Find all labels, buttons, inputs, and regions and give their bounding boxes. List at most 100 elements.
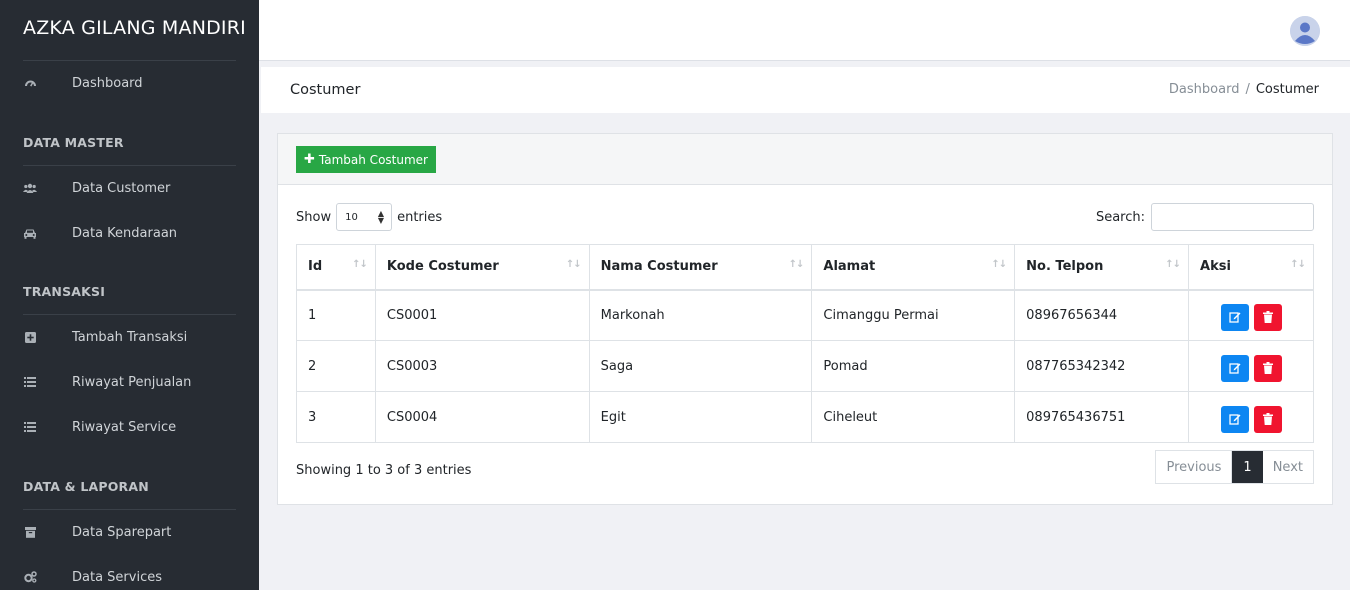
section-title-data-master: DATA MASTER [23, 135, 124, 150]
section-title-data-laporan: DATA & LAPORAN [23, 479, 149, 494]
cell-aksi [1188, 391, 1314, 443]
cell-alamat: Pomad [811, 340, 1016, 392]
cell-id: 1 [296, 289, 376, 341]
cell-alamat: Cimanggu Permai [811, 289, 1016, 341]
cell-telpon: 08967656344 [1014, 289, 1190, 341]
sidebar-item-label: Tambah Transaksi [72, 329, 188, 345]
column-header-nama[interactable]: Nama Costumer ↑↓ [588, 244, 813, 291]
section-title-transaksi: TRANSAKSI [23, 284, 106, 299]
sidebar-item-label: Data Services [72, 569, 162, 585]
pagination-next[interactable]: Next [1263, 451, 1313, 483]
sidebar-item-label: Riwayat Penjualan [72, 374, 192, 390]
search-label: Search: [1095, 209, 1145, 225]
user-icon [1290, 16, 1320, 46]
table-header-row: Id ↑↓ Kode Costumer ↑↓ Nama Costumer ↑↓ Ala… [296, 244, 1314, 291]
sidebar-item-label: Riwayat Service [72, 419, 177, 435]
sidebar-item-label: Data Customer [72, 180, 171, 196]
table-row: 2 CS0003 Saga Pomad 087765342342 [296, 340, 1314, 392]
edit-button[interactable] [1220, 405, 1249, 433]
cell-telpon: 087765342342 [1014, 340, 1190, 392]
add-customer-button[interactable]: ✚ Tambah Costumer [296, 146, 436, 173]
edit-button[interactable] [1220, 354, 1249, 382]
cell-nama: Egit [588, 391, 813, 443]
cell-alamat: Ciheleut [811, 391, 1016, 443]
brand-title: AZKA GILANG MANDIRI [23, 17, 246, 39]
sidebar-item-riwayat-service[interactable]: Riwayat Service [0, 412, 259, 442]
sidebar-item-data-services[interactable]: Data Services [0, 562, 259, 590]
table-row: 1 CS0001 Markonah Cimanggu Permai 089676… [296, 289, 1314, 341]
column-header-aksi[interactable]: Aksi ↑↓ [1188, 244, 1314, 291]
show-label: Show [296, 209, 332, 225]
trash-icon [1262, 311, 1273, 324]
entries-select-value: 10 [345, 211, 358, 223]
entries-length-control: Show 10 ▲ ▼ entries [296, 203, 442, 231]
customer-table: Id ↑↓ Kode Costumer ↑↓ Nama Costumer ↑↓ Ala… [296, 244, 1314, 443]
sidebar-item-tambah-transaksi[interactable]: Tambah Transaksi [0, 322, 259, 352]
edit-icon [1228, 414, 1241, 425]
sidebar-item-riwayat-penjualan[interactable]: Riwayat Penjualan [0, 367, 259, 397]
column-header-label: Aksi [1200, 259, 1231, 275]
cell-aksi [1188, 289, 1314, 341]
edit-icon [1228, 312, 1241, 323]
breadcrumb-separator: / [1245, 82, 1250, 97]
breadcrumb: Dashboard / Costumer [1169, 82, 1319, 97]
trash-icon [1262, 362, 1273, 374]
column-header-kode[interactable]: Kode Costumer ↑↓ [374, 244, 590, 291]
column-header-label: Nama Costumer [600, 259, 718, 275]
sort-icon: ↑↓ [991, 259, 1007, 270]
cell-id: 3 [296, 391, 376, 443]
cell-nama: Markonah [588, 289, 813, 341]
cell-id: 2 [296, 340, 376, 392]
column-header-alamat[interactable]: Alamat ↑↓ [811, 244, 1016, 291]
cell-aksi [1188, 340, 1314, 392]
pagination: Previous 1 Next [1155, 450, 1314, 484]
delete-button[interactable] [1253, 354, 1282, 382]
cell-kode: CS0003 [374, 340, 590, 392]
cogs-icon [23, 570, 37, 584]
sidebar-item-label: Data Kendaraan [72, 225, 178, 241]
pagination-previous[interactable]: Previous [1156, 451, 1233, 483]
page-title: Costumer [290, 82, 361, 98]
sidebar-item-label: Dashboard [72, 75, 143, 91]
edit-button[interactable] [1220, 303, 1249, 331]
divider [23, 165, 236, 166]
list-icon [23, 420, 37, 434]
entries-label: entries [397, 209, 443, 225]
table-row: 3 CS0004 Egit Ciheleut 089765436751 [296, 391, 1314, 443]
cell-nama: Saga [588, 340, 813, 392]
sort-icon: ↑↓ [1165, 259, 1181, 270]
divider [23, 60, 236, 61]
page-header: Costumer Dashboard / Costumer [261, 67, 1350, 113]
column-header-label: No. Telpon [1026, 259, 1104, 275]
delete-button[interactable] [1253, 303, 1282, 331]
pagination-page-current[interactable]: 1 [1232, 451, 1263, 483]
delete-button[interactable] [1253, 405, 1282, 433]
user-avatar[interactable] [1290, 16, 1320, 46]
add-customer-label: Tambah Costumer [318, 152, 428, 167]
breadcrumb-dashboard[interactable]: Dashboard [1169, 82, 1240, 97]
sidebar: AZKA GILANG MANDIRI Dashboard DATA MASTE… [0, 0, 259, 590]
plus-square-icon [23, 330, 37, 344]
car-icon [23, 226, 37, 240]
sidebar-item-data-kendaraan[interactable]: Data Kendaraan [0, 218, 259, 248]
sidebar-item-data-customer[interactable]: Data Customer [0, 173, 259, 203]
column-header-telpon[interactable]: No. Telpon ↑↓ [1014, 244, 1190, 291]
card-header: ✚ Tambah Costumer [278, 134, 1332, 185]
list-icon [23, 375, 37, 389]
column-header-id[interactable]: Id ↑↓ [296, 244, 376, 291]
sidebar-item-data-sparepart[interactable]: Data Sparepart [0, 517, 259, 547]
edit-icon [1228, 363, 1241, 374]
column-header-label: Id [308, 259, 323, 275]
entries-select[interactable]: 10 ▲ ▼ [336, 203, 393, 231]
trash-icon [1262, 413, 1273, 425]
divider [23, 314, 236, 315]
top-bar [259, 0, 1350, 61]
table-info: Showing 1 to 3 of 3 entries [296, 463, 472, 478]
dashboard-icon [23, 76, 37, 90]
divider [23, 509, 236, 510]
sidebar-item-dashboard[interactable]: Dashboard [0, 68, 259, 98]
search-input[interactable] [1151, 203, 1314, 231]
select-arrows-icon: ▲ ▼ [377, 209, 385, 225]
sidebar-item-label: Data Sparepart [72, 524, 172, 540]
cell-telpon: 089765436751 [1014, 391, 1190, 443]
